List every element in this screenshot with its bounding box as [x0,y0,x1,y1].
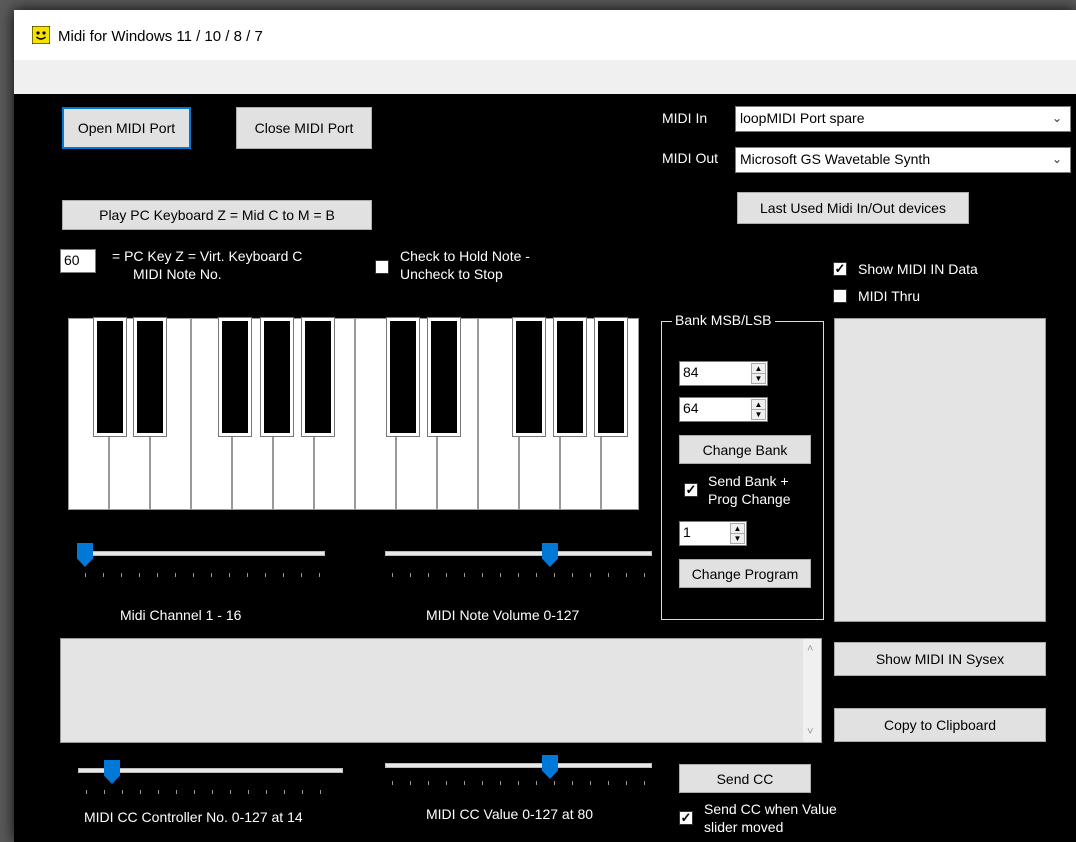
note-volume-slider-ticks [392,573,647,577]
midi-in-select[interactable]: loopMIDI Port spare ⌄ [735,106,1071,132]
copy-to-clipboard-button[interactable]: Copy to Clipboard [834,708,1046,742]
program-value: 1 [683,524,691,540]
chevron-down-icon: ⌄ [1051,111,1062,125]
note-number-desc-line1: = PC Key Z = Virt. Keyboard C [112,248,303,264]
bank-msb-spinner[interactable]: 84 ▲ ▼ [679,361,768,386]
midi-thru-checkbox[interactable] [833,289,847,303]
channel-slider-thumb[interactable] [77,543,93,567]
send-bank-checkbox[interactable]: ✓ [684,483,698,497]
send-cc-button[interactable]: Send CC [679,764,811,793]
black-key[interactable] [261,318,293,436]
send-cc-on-move-label-line2: slider moved [704,819,784,835]
channel-slider-ticks [85,573,320,577]
send-cc-on-move-label-line1: Send CC when Value [704,801,837,817]
sysex-textarea[interactable]: ˄ ˅ [60,638,822,743]
bank-group-title: Bank MSB/LSB [672,312,775,328]
cc-value-slider-label: MIDI CC Value 0-127 at 80 [426,806,594,822]
black-key[interactable] [428,318,460,436]
play-pc-keyboard-button[interactable]: Play PC Keyboard Z = Mid C to M = B [62,200,372,230]
show-midi-in-data-label: Show MIDI IN Data [858,261,978,277]
show-midi-in-data-checkbox[interactable]: ✓ [833,262,847,276]
open-midi-port-button[interactable]: Open MIDI Port [62,107,191,149]
note-volume-slider-thumb[interactable] [542,543,558,567]
hold-note-label-line2: Uncheck to Stop [400,266,503,282]
cc-controller-slider-ticks [86,790,336,794]
hold-note-checkbox[interactable] [375,260,389,274]
midi-out-value: Microsoft GS Wavetable Synth [740,151,931,167]
checkmark-icon: ✓ [680,810,692,825]
black-key[interactable] [134,318,166,436]
window-title: Midi for Windows 11 / 10 / 8 / 7 [58,28,263,45]
checkmark-icon: ✓ [834,261,846,276]
midi-thru-label: MIDI Thru [858,288,920,304]
black-key[interactable] [302,318,334,436]
spin-down-icon[interactable]: ▼ [730,533,745,544]
spin-down-icon[interactable]: ▼ [751,373,766,384]
cc-value-slider-thumb[interactable] [542,755,558,779]
bank-lsb-value: 64 [683,400,699,416]
spin-down-icon[interactable]: ▼ [751,409,766,420]
app-window: Midi for Windows 11 / 10 / 8 / 7 Open MI… [14,10,1076,842]
bank-msb-value: 84 [683,364,699,380]
black-key[interactable] [387,318,419,436]
black-key[interactable] [94,318,126,436]
close-midi-port-button[interactable]: Close MIDI Port [236,107,372,149]
send-cc-on-move-checkbox[interactable]: ✓ [679,811,693,825]
black-key[interactable] [595,318,627,436]
note-number-field[interactable]: 60 [60,249,96,273]
midi-out-label: MIDI Out [662,150,719,166]
midi-in-value: loopMIDI Port spare [740,110,865,126]
program-spinner[interactable]: 1 ▲ ▼ [679,521,747,546]
scroll-up-icon[interactable]: ˄ [807,643,813,655]
checkmark-icon: ✓ [685,482,697,497]
cc-controller-slider-thumb[interactable] [104,760,120,784]
midi-out-select[interactable]: Microsoft GS Wavetable Synth ⌄ [735,147,1071,173]
title-bar: Midi for Windows 11 / 10 / 8 / 7 [14,10,1076,60]
cc-value-slider-track [385,763,652,768]
smiley-icon [32,26,50,44]
cc-value-slider-ticks [392,781,647,785]
cc-controller-slider-label: MIDI CC Controller No. 0-127 at 14 [84,809,303,825]
note-number-desc-line2: MIDI Note No. [133,266,222,282]
black-key[interactable] [513,318,545,436]
last-used-devices-button[interactable]: Last Used Midi In/Out devices [737,192,969,224]
black-key[interactable] [219,318,251,436]
bank-lsb-spinner[interactable]: 64 ▲ ▼ [679,397,768,422]
black-key[interactable] [554,318,586,436]
change-program-button[interactable]: Change Program [679,559,811,588]
change-bank-button[interactable]: Change Bank [679,435,811,464]
sysex-scrollbar[interactable]: ˄ ˅ [803,639,821,742]
note-volume-slider-label: MIDI Note Volume 0-127 [426,607,580,623]
hold-note-label-line1: Check to Hold Note - [400,248,530,264]
channel-slider-track [80,551,325,556]
menu-bar [14,60,1076,94]
midi-in-label: MIDI In [662,110,708,126]
note-volume-slider-track [385,551,652,556]
send-bank-label-line1: Send Bank + [708,473,789,489]
show-midi-in-sysex-button[interactable]: Show MIDI IN Sysex [834,642,1046,676]
scroll-down-icon[interactable]: ˅ [807,726,813,738]
send-bank-label-line2: Prog Change [708,491,791,507]
midi-in-data-panel [834,318,1046,622]
chevron-down-icon: ⌄ [1051,152,1062,166]
channel-slider-label: Midi Channel 1 - 16 [120,607,242,623]
